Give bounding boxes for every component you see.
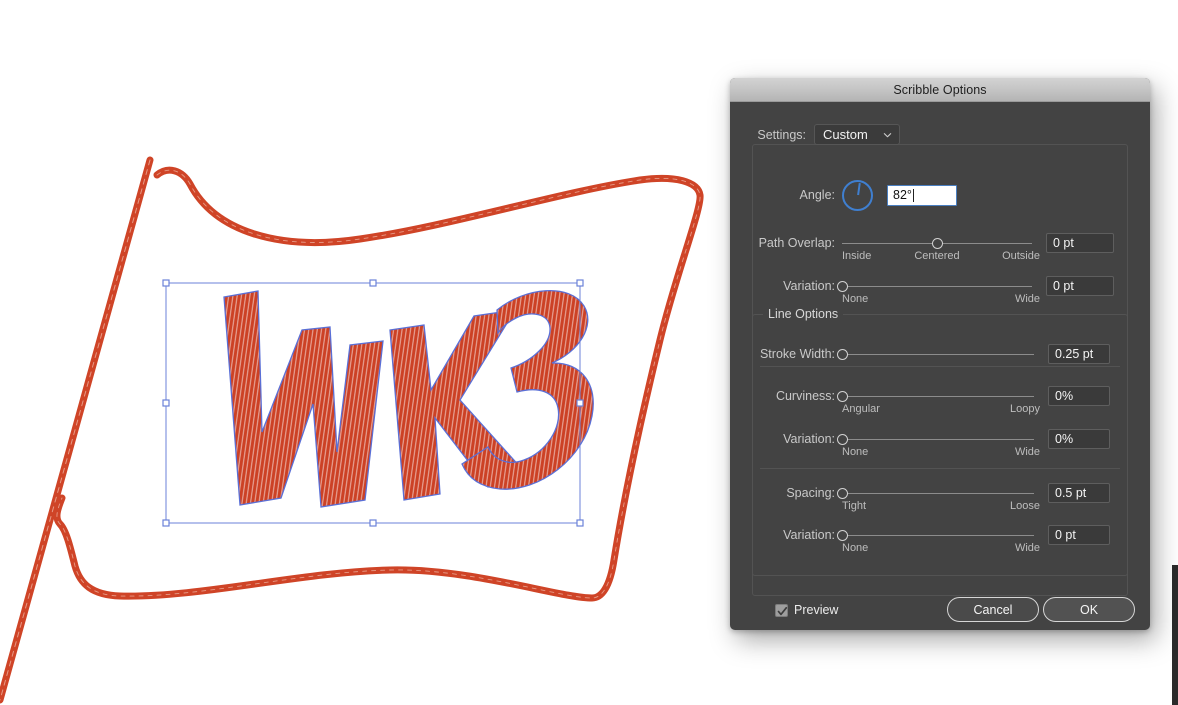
angle-dial-needle bbox=[856, 182, 861, 196]
settings-row: Settings: Custom bbox=[730, 124, 1150, 145]
endcap-left: Tight bbox=[842, 500, 867, 512]
path-overlap-variation-value[interactable]: 0 pt bbox=[1046, 276, 1114, 296]
endcap-right: Loose bbox=[1010, 500, 1040, 512]
angle-input-value: 82° bbox=[893, 188, 912, 202]
angle-row: Angle: 82° bbox=[730, 179, 1150, 211]
divider bbox=[760, 468, 1120, 469]
slider-track bbox=[842, 439, 1034, 440]
endcap-left: None bbox=[842, 542, 869, 554]
dialog-titlebar[interactable]: Scribble Options bbox=[730, 78, 1150, 102]
spacing-variation-slider[interactable] bbox=[836, 528, 1034, 542]
preview-checkbox[interactable] bbox=[775, 603, 788, 617]
scribble-options-dialog[interactable]: Scribble Options Settings: Custom Angle:… bbox=[730, 78, 1150, 630]
endcap-right: Wide bbox=[1014, 446, 1040, 458]
stroke-width-label: Stroke Width: bbox=[759, 347, 835, 361]
cancel-button[interactable]: Cancel bbox=[947, 597, 1039, 622]
curviness-value[interactable]: 0% bbox=[1048, 386, 1110, 406]
path-overlap-endcaps: Inside Centered Outside bbox=[842, 250, 1040, 264]
angle-dial[interactable] bbox=[842, 179, 873, 211]
spacing-endcaps: Tight Loose bbox=[842, 500, 1040, 514]
endcap-right: Wide bbox=[1014, 542, 1040, 554]
checkmark-icon bbox=[777, 606, 788, 615]
slider-thumb[interactable] bbox=[836, 487, 848, 499]
slider-track bbox=[842, 286, 1032, 287]
endcap-right: Wide bbox=[1014, 293, 1040, 305]
curviness-label: Curviness: bbox=[775, 389, 835, 403]
endcap-right: Outside bbox=[1002, 250, 1040, 262]
settings-dropdown-value: Custom bbox=[823, 127, 868, 142]
dialog-footer: Preview Cancel OK bbox=[730, 597, 1150, 630]
spacing-value[interactable]: 0.5 pt bbox=[1048, 483, 1110, 503]
endcap-left: None bbox=[842, 293, 869, 305]
slider-thumb[interactable] bbox=[836, 348, 848, 360]
adjacent-panel-edge bbox=[1172, 565, 1178, 705]
slider-track bbox=[842, 493, 1034, 494]
slider-thumb[interactable] bbox=[836, 280, 848, 292]
angle-input[interactable]: 82° bbox=[887, 184, 957, 206]
spacing-label: Spacing: bbox=[786, 486, 835, 500]
curviness-variation-value[interactable]: 0% bbox=[1048, 429, 1110, 449]
spacing-variation-label: Variation: bbox=[783, 528, 835, 542]
endcap-left: None bbox=[842, 446, 869, 458]
line-options-legend: Line Options bbox=[763, 307, 844, 321]
dialog-title: Scribble Options bbox=[893, 82, 987, 97]
curviness-variation-slider[interactable] bbox=[836, 432, 1034, 446]
spacing-variation-value[interactable]: 0 pt bbox=[1048, 525, 1110, 545]
slider-track bbox=[842, 396, 1034, 397]
slider-thumb[interactable] bbox=[836, 433, 848, 445]
curviness-variation-endcaps: None Wide bbox=[842, 446, 1040, 460]
endcap-right: Loopy bbox=[1010, 403, 1040, 415]
endcap-center: Centered bbox=[914, 250, 960, 262]
chevron-down-icon bbox=[883, 132, 892, 137]
slider-thumb[interactable] bbox=[836, 529, 848, 541]
stroke-width-value[interactable]: 0.25 pt bbox=[1048, 344, 1110, 364]
text-caret bbox=[912, 188, 914, 202]
path-overlap-variation-label: Variation: bbox=[783, 279, 835, 293]
spacing-variation-endcaps: None Wide bbox=[842, 542, 1040, 556]
path-overlap-variation-slider[interactable] bbox=[836, 279, 1032, 293]
curviness-slider[interactable] bbox=[836, 389, 1034, 403]
mk3-scribble-text[interactable] bbox=[223, 289, 594, 508]
curviness-variation-label: Variation: bbox=[783, 432, 835, 446]
path-overlap-label: Path Overlap: bbox=[758, 236, 835, 250]
stroke-width-row: Stroke Width: 0.25 pt bbox=[730, 343, 1150, 365]
settings-dropdown[interactable]: Custom bbox=[814, 124, 900, 145]
path-overlap-value[interactable]: 0 pt bbox=[1046, 233, 1114, 253]
dialog-body: Settings: Custom Angle: 82° Path Overlap… bbox=[730, 102, 1150, 630]
slider-track bbox=[842, 354, 1034, 355]
flag-pole bbox=[0, 156, 154, 704]
angle-label: Angle: bbox=[799, 188, 835, 202]
preview-checkbox-group[interactable]: Preview bbox=[775, 603, 838, 617]
preview-label: Preview bbox=[794, 603, 839, 617]
slider-thumb[interactable] bbox=[836, 390, 848, 402]
ok-button[interactable]: OK bbox=[1043, 597, 1135, 622]
settings-label: Settings: bbox=[757, 127, 806, 142]
slider-thumb[interactable] bbox=[931, 237, 943, 249]
divider bbox=[760, 366, 1120, 367]
endcap-left: Inside bbox=[842, 250, 872, 262]
curviness-endcaps: Angular Loopy bbox=[842, 403, 1040, 417]
path-overlap-slider[interactable] bbox=[842, 236, 1032, 250]
endcap-left: Angular bbox=[842, 403, 880, 415]
spacing-slider[interactable] bbox=[836, 486, 1034, 500]
path-overlap-variation-endcaps: None Wide bbox=[842, 293, 1040, 307]
slider-track bbox=[842, 535, 1034, 536]
stroke-width-slider[interactable] bbox=[836, 347, 1034, 361]
